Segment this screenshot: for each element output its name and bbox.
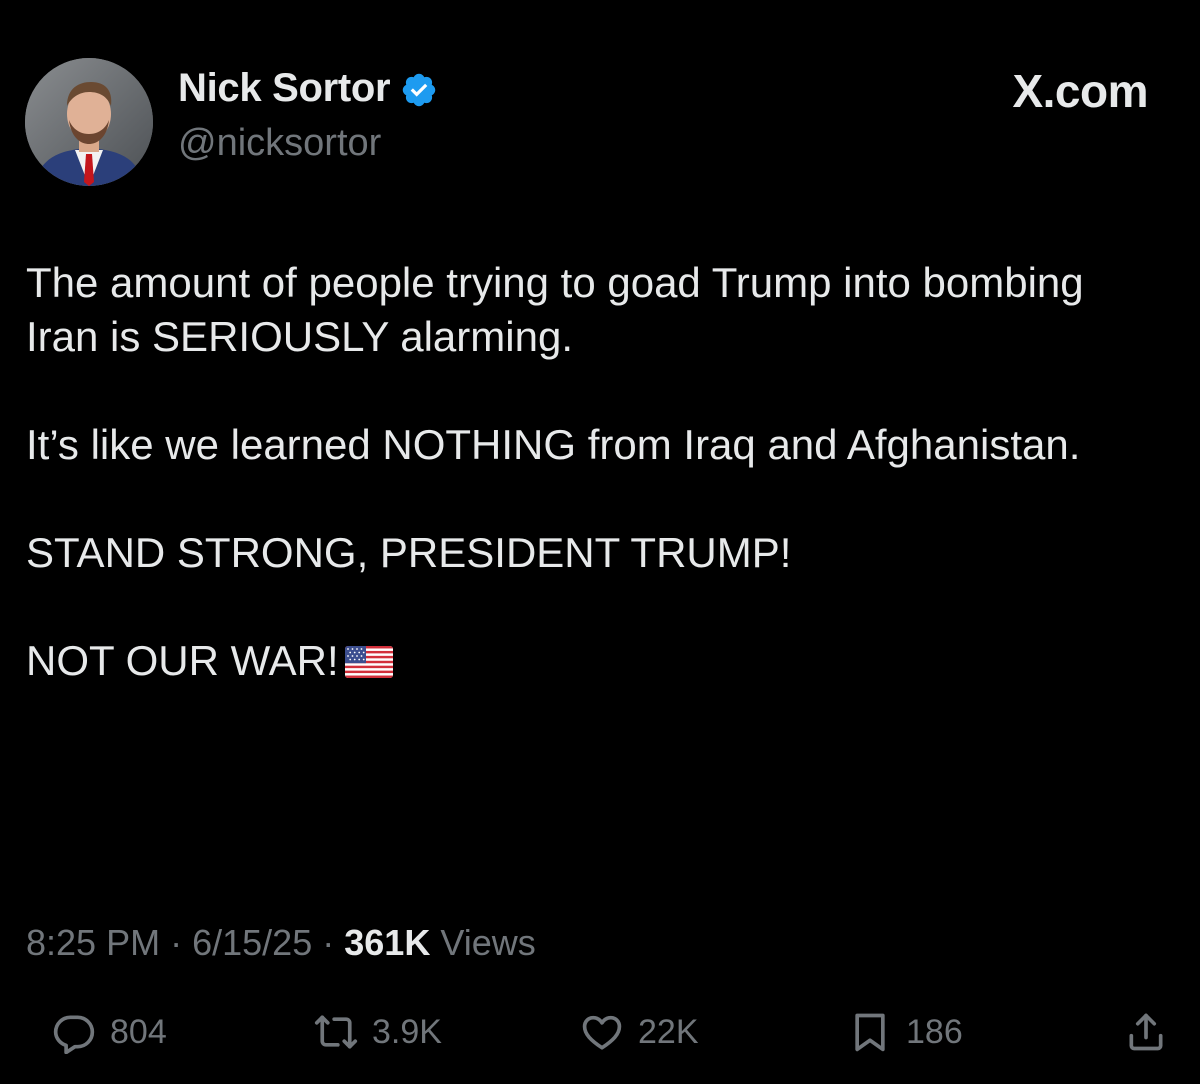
author-name-row: Nick Sortor <box>178 66 438 111</box>
action-bar: 804 3.9K 22K 186 <box>0 1010 1200 1070</box>
reply-count: 804 <box>110 1012 167 1051</box>
meta-separator: · <box>322 922 335 963</box>
profile-photo <box>25 58 153 186</box>
tweet-paragraph: It’s like we learned NOTHING from Iraq a… <box>26 421 1081 468</box>
share-button[interactable] <box>1124 1010 1168 1054</box>
tweet-time[interactable]: 8:25 PM <box>26 922 160 963</box>
repost-button[interactable]: 3.9K <box>314 1010 442 1054</box>
reply-icon <box>52 1010 96 1054</box>
tweet-text: The amount of people trying to goad Trum… <box>26 256 1146 742</box>
author-handle[interactable]: @nicksortor <box>178 122 381 165</box>
views-label: Views <box>440 922 536 963</box>
bookmark-icon <box>848 1010 892 1054</box>
repost-count: 3.9K <box>372 1012 442 1051</box>
like-button[interactable]: 22K <box>580 1010 699 1054</box>
views-count[interactable]: 361K <box>344 922 430 963</box>
like-count: 22K <box>638 1012 699 1051</box>
reply-button[interactable]: 804 <box>52 1010 167 1054</box>
tweet-paragraph-text: NOT OUR WAR! <box>26 637 339 684</box>
tweet-meta: 8:25 PM · 6/15/25 · 361K Views <box>26 922 536 964</box>
author-display-name[interactable]: Nick Sortor <box>178 66 391 111</box>
verified-badge-icon <box>400 71 438 109</box>
bookmark-button[interactable]: 186 <box>848 1010 963 1054</box>
tweet-paragraph: The amount of people trying to goad Trum… <box>26 259 1084 360</box>
us-flag-emoji-icon <box>344 646 393 678</box>
repost-icon <box>314 1010 358 1054</box>
tweet-paragraph: STAND STRONG, PRESIDENT TRUMP! <box>26 529 792 576</box>
share-icon <box>1124 1010 1168 1054</box>
bookmark-count: 186 <box>906 1012 963 1051</box>
tweet-card: Nick Sortor @nicksortor X.com The amount… <box>0 0 1200 1084</box>
tweet-paragraph-last: NOT OUR WAR! <box>26 634 1146 688</box>
heart-icon <box>580 1010 624 1054</box>
tweet-date[interactable]: 6/15/25 <box>192 922 312 963</box>
x-logo-text: X.com <box>1012 65 1148 117</box>
meta-separator: · <box>170 922 183 963</box>
avatar[interactable] <box>25 58 153 186</box>
